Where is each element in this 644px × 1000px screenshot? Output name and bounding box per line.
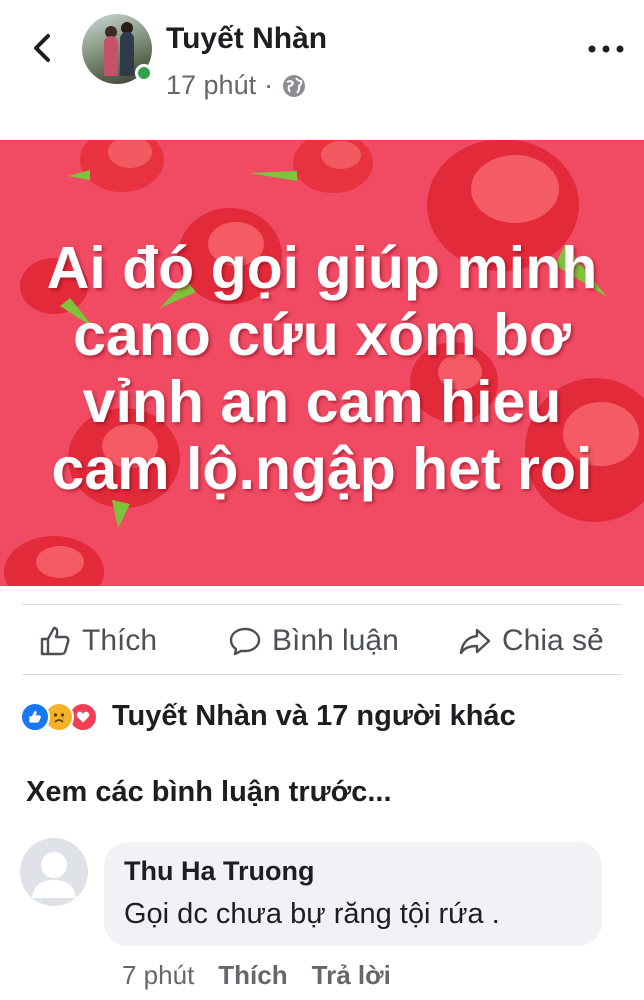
more-options-button[interactable] [584,34,628,64]
more-dots-icon [588,45,624,53]
share-label: Chia sẻ [502,624,604,657]
back-button[interactable] [26,30,58,66]
chevron-left-icon [34,34,50,62]
post-text-line: cano cứu xóm bơ [73,302,571,368]
comment-time[interactable]: 7 phút [122,960,194,991]
share-button[interactable]: Chia sẻ [458,612,604,670]
commenter-avatar[interactable] [20,838,88,906]
post-text-line: cam lộ.ngập het roi [51,436,593,502]
like-reaction-icon [20,702,50,732]
comment-bubble: Thu Ha Truong Gọi dc chưa bự răng tội rứ… [104,842,602,946]
post-image[interactable]: Ai đó gọi giúp minh cano cứu xóm bơ vỉnh… [0,140,644,586]
post-actions: Thích Bình luận Chia sẻ [0,612,644,670]
post-header: Tuyết Nhàn 17 phút · [0,0,644,140]
like-button[interactable]: Thích [38,612,157,670]
post-text: Ai đó gọi giúp minh cano cứu xóm bơ vỉnh… [0,235,644,503]
reaction-icons [20,699,106,733]
comment-button[interactable]: Bình luận [228,612,399,670]
rose-decoration [4,536,104,586]
reactions-summary[interactable]: Tuyết Nhàn và 17 người khác [20,696,516,736]
reactions-text: Tuyết Nhàn và 17 người khác [112,699,516,732]
post-time[interactable]: 17 phút [166,70,256,101]
post-text-line: Ai đó gọi giúp minh [46,235,598,301]
comment-reply-button[interactable]: Trả lời [312,960,391,991]
commenter-name[interactable]: Thu Ha Truong [124,856,314,887]
online-status-dot [135,64,153,82]
thumbs-up-icon [40,626,70,656]
comment-meta: 7 phút Thích Trả lời [122,960,391,991]
divider [22,604,622,605]
like-label: Thích [82,624,158,657]
globe-icon [283,74,306,97]
comment-like-button[interactable]: Thích [218,960,287,991]
rose-decoration [249,140,373,193]
comment-bubble-icon [229,627,261,656]
author-name[interactable]: Tuyết Nhàn [166,22,327,56]
share-arrow-icon [459,628,491,655]
post-text-line: vỉnh an cam hieu [82,369,562,435]
default-avatar-icon [20,838,88,906]
divider [22,674,622,675]
post-meta: 17 phút · [166,70,307,101]
view-previous-comments-link[interactable]: Xem các bình luận trước... [26,776,392,809]
comment-label: Bình luận [272,624,399,657]
comment-text: Gọi dc chưa bự răng tội rứa . [124,898,500,930]
meta-separator: · [264,70,274,100]
